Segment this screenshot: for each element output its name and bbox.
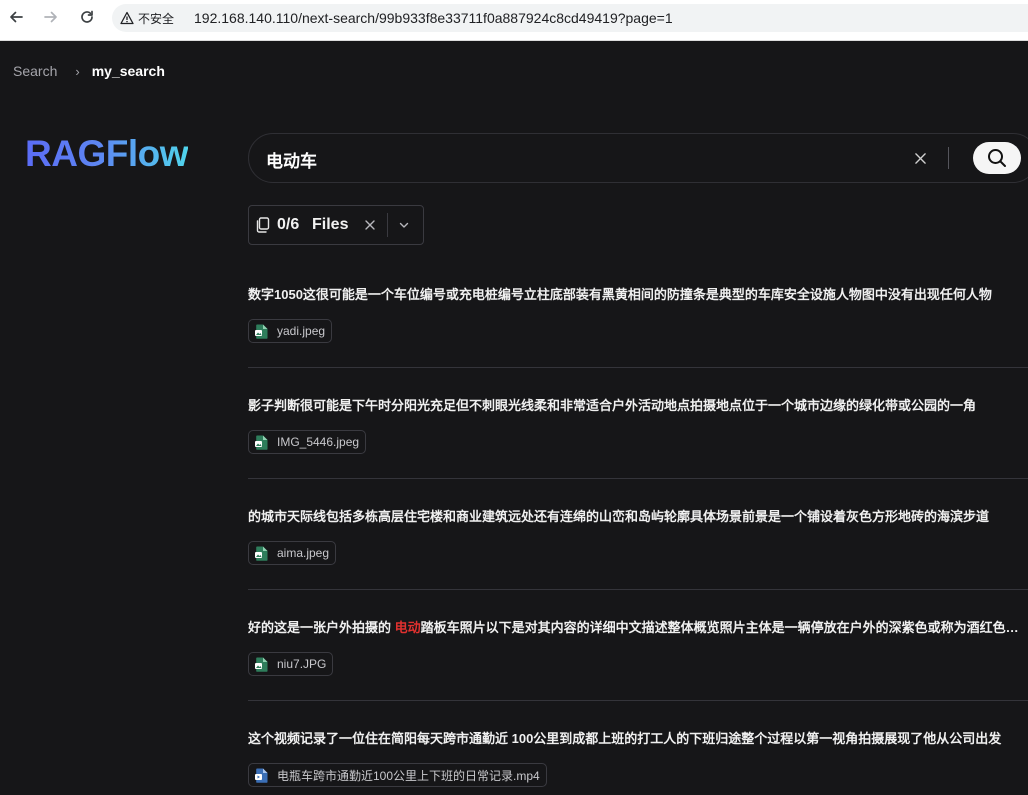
search-result[interactable]: 好的这是一张户外拍摄的 电动踏板车照片以下是对其内容的详细中文描述整体概览照片主… [248, 619, 1028, 677]
files-separator [387, 213, 388, 237]
result-file-name: IMG_5446.jpeg [277, 435, 360, 449]
result-snippet-text: 数字1050这很可能是一个车位编号或充电桩编号立柱底部装有黑黄相间的防撞条是典型… [248, 287, 992, 302]
result-snippet-text: 好的这是一张户外拍摄的 [248, 620, 395, 635]
result-file-name: niu7.JPG [277, 657, 327, 671]
search-button[interactable] [973, 142, 1021, 174]
search-result[interactable]: 影子判断很可能是下午时分阳光充足但不刺眼光线柔和非常适合户外活动地点拍摄地点位于… [248, 397, 1028, 455]
chevron-down-icon[interactable] [398, 219, 410, 231]
files-label: Files [312, 216, 349, 233]
search-result[interactable]: 的城市天际线包括多栋高层住宅楼和商业建筑远处还有连绵的山峦和岛屿轮廓具体场景前景… [248, 508, 1028, 566]
result-snippet[interactable]: 数字1050这很可能是一个车位编号或充电桩编号立柱底部装有黑黄相间的防撞条是典型… [248, 286, 1022, 304]
result-snippet[interactable]: 好的这是一张户外拍摄的 电动踏板车照片以下是对其内容的详细中文描述整体概览照片主… [248, 619, 1022, 637]
result-divider [248, 367, 1028, 368]
result-file-tag[interactable]: aima.jpeg [248, 541, 337, 565]
result-file-name: aima.jpeg [277, 546, 330, 560]
search-bar [248, 133, 1028, 183]
breadcrumb-current: my_search [91, 63, 165, 79]
files-filter-dropdown[interactable]: 0/6 Files [248, 205, 424, 245]
image-file-icon [255, 546, 268, 561]
result-divider [248, 700, 1028, 701]
result-file-tag[interactable]: niu7.JPG [248, 652, 334, 676]
result-snippet-text: 的城市天际线包括多栋高层住宅楼和商业建筑远处还有连绵的山峦和岛屿轮廓具体场景前景… [248, 509, 990, 524]
clear-search-icon[interactable] [911, 149, 929, 167]
result-snippet[interactable]: 影子判断很可能是下午时分阳光充足但不刺眼光线柔和非常适合户外活动地点拍摄地点位于… [248, 397, 1022, 415]
url-text[interactable]: 192.168.140.110/next-search/99b933f8e337… [194, 10, 673, 26]
search-result[interactable]: 数字1050这很可能是一个车位编号或充电桩编号立柱底部装有黑黄相间的防撞条是典型… [248, 286, 1028, 344]
files-copy-icon [256, 217, 270, 233]
back-arrow-icon[interactable] [5, 6, 27, 28]
result-file-tag[interactable]: 电瓶车跨市通勤近100公里上下班的日常记录.mp4 [248, 763, 547, 787]
result-divider [248, 589, 1028, 590]
result-file-tag[interactable]: yadi.jpeg [248, 319, 333, 343]
result-snippet-text: 影子判断很可能是下午时分阳光充足但不刺眼光线柔和非常适合户外活动地点拍摄地点位于… [248, 398, 977, 413]
result-snippet[interactable]: 这个视频记录了一位住在简阳每天跨市通勤近 100公里到成都上班的打工人的下班归途… [248, 730, 1022, 748]
breadcrumb-search-link[interactable]: Search [13, 63, 57, 79]
forward-arrow-icon[interactable] [40, 6, 62, 28]
result-snippet[interactable]: 的城市天际线包括多栋高层住宅楼和商业建筑远处还有连绵的山峦和岛屿轮廓具体场景前景… [248, 508, 1022, 526]
result-highlight: 电动 [394, 620, 421, 635]
result-file-tag[interactable]: IMG_5446.jpeg [248, 430, 367, 454]
image-file-icon [255, 435, 268, 450]
result-divider [248, 478, 1028, 479]
image-file-icon [255, 324, 268, 339]
browser-toolbar: 不安全 192.168.140.110/next-search/99b933f8… [0, 0, 1028, 41]
breadcrumb: Search › my_search [13, 62, 165, 80]
search-input[interactable] [266, 148, 886, 170]
search-result[interactable]: 这个视频记录了一位住在简阳每天跨市通勤近 100公里到成都上班的打工人的下班归途… [248, 730, 1028, 788]
security-indicator[interactable]: 不安全 [120, 10, 174, 26]
result-snippet-text-after: 踏板车照片以下是对其内容的详细中文描述整体概览照片主体是一辆停放在户外的深紫色或… [420, 620, 1022, 635]
search-icon [988, 149, 1006, 167]
warning-icon [120, 11, 134, 25]
result-file-name: yadi.jpeg [277, 324, 326, 338]
security-label: 不安全 [138, 11, 175, 26]
search-divider [948, 147, 949, 169]
result-file-name: 电瓶车跨市通勤近100公里上下班的日常记录.mp4 [277, 768, 540, 783]
video-file-icon [255, 768, 268, 783]
ragflow-logo[interactable]: RAGFlow [25, 132, 188, 176]
breadcrumb-separator: › [75, 63, 80, 79]
image-file-icon [255, 657, 268, 672]
result-snippet-text: 这个视频记录了一位住在简阳每天跨市通勤近 100公里到成都上班的打工人的下班归途… [248, 731, 1002, 746]
address-bar[interactable]: 不安全 192.168.140.110/next-search/99b933f8… [112, 4, 1028, 32]
clear-files-icon[interactable] [364, 219, 376, 231]
files-count: 0/6 [277, 216, 300, 233]
reload-icon[interactable] [76, 6, 98, 28]
